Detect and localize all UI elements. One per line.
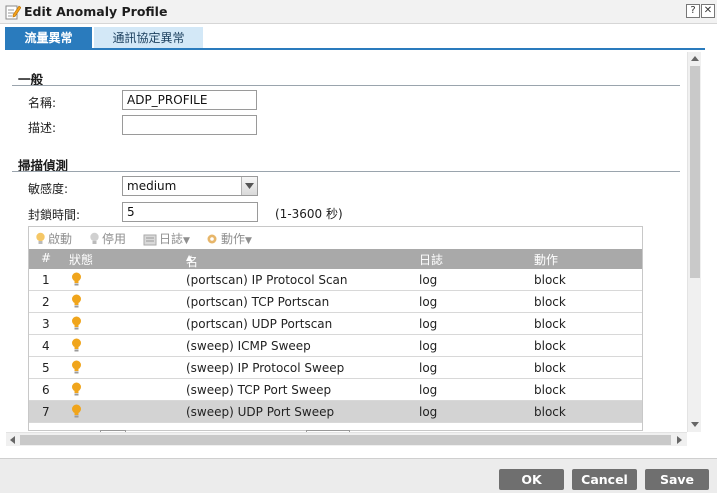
activate-label: 啟動 [48,232,73,246]
row-name: (portscan) IP Protocol Scan [186,273,348,287]
header-index[interactable]: # [41,251,51,265]
row-index: 2 [42,295,50,309]
vertical-scrollbar[interactable] [687,52,701,432]
row-action: block [534,361,566,375]
description-label: 描述: [28,121,57,135]
vertical-scroll-thumb[interactable] [690,66,700,278]
scan-divider [12,171,680,172]
chevron-down-icon[interactable] [241,177,257,195]
log-menu-button[interactable]: 日誌▼ [143,230,190,247]
table-toolbar: 啟動 停用 日誌▼ 動作▼ [29,227,642,249]
row-name: (sweep) IP Protocol Sweep [186,361,345,375]
row-log: log [419,405,438,419]
action-menu-label: 動作 [221,232,246,246]
log-icon [143,234,157,246]
row-log: log [419,339,438,353]
chevron-down-icon: ▼ [183,236,190,246]
table-row[interactable]: 3 (portscan) UDP Portscan log block [29,313,642,335]
status-bulb-icon [72,382,81,396]
table-header: # 狀態 名稱 ▲ 日誌 動作 [29,249,642,286]
content-area: 一般 名稱: ADP_PROFILE 描述: 掃描偵測 敏感度: medium … [0,50,687,432]
gear-icon [207,234,217,244]
row-action: block [534,383,566,397]
name-label: 名稱: [28,96,57,110]
row-name: (sweep) TCP Port Sweep [186,383,332,397]
table-row[interactable]: 5 (sweep) IP Protocol Sweep log block [29,357,642,379]
row-action: block [534,339,566,353]
general-divider [12,85,680,86]
close-button[interactable]: ✕ [701,4,715,18]
chevron-down-icon: ▼ [245,236,252,246]
description-field[interactable] [122,115,257,135]
anomaly-table: 啟動 停用 日誌▼ 動作▼ # 狀態 名稱 ▲ 日誌 動作 1 (portscan… [28,226,643,431]
row-index: 5 [42,361,50,375]
bulb-off-icon [90,232,99,244]
status-bulb-icon [72,360,81,374]
tab-traffic-anomaly[interactable]: 流量異常 [5,27,92,49]
edit-icon [5,4,22,20]
row-action: block [534,295,566,309]
block-time-hint: (1-3600 秒) [275,207,343,221]
row-name: (portscan) UDP Portscan [186,317,333,331]
window-title: Edit Anomaly Profile [24,4,168,19]
scroll-right-icon [677,436,682,444]
row-log: log [419,273,438,287]
row-index: 3 [42,317,50,331]
horizontal-scrollbar[interactable] [6,432,687,446]
sensitivity-label: 敏感度: [28,182,69,196]
row-index: 4 [42,339,50,353]
dialog-footer: OK Cancel Save [0,458,717,493]
block-time-label: 封鎖時間: [28,208,81,222]
sort-asc-icon: ▲ [186,253,193,262]
status-bulb-icon [72,338,81,352]
cancel-button[interactable]: Cancel [572,469,637,490]
table-row[interactable]: 6 (sweep) TCP Port Sweep log block [29,379,642,401]
action-menu-button[interactable]: 動作▼ [205,230,252,247]
row-log: log [419,317,438,331]
table-row[interactable]: 7 (sweep) UDP Port Sweep log block [29,401,642,423]
row-log: log [419,383,438,397]
ok-button[interactable]: OK [499,469,564,490]
row-name: (sweep) ICMP Sweep [186,339,311,353]
deactivate-button[interactable]: 停用 [89,230,126,247]
bulb-icon [36,232,45,244]
row-action: block [534,405,566,419]
table-row[interactable]: 4 (sweep) ICMP Sweep log block [29,335,642,357]
block-time-field[interactable]: 5 [122,202,258,222]
row-index: 6 [42,383,50,397]
row-name: (sweep) UDP Port Sweep [186,405,335,419]
status-bulb-icon [72,316,81,330]
deactivate-label: 停用 [102,232,127,246]
tab-protocol-anomaly[interactable]: 通訊協定異常 [94,27,203,49]
row-action: block [534,273,566,287]
scroll-down-icon [691,422,699,427]
scroll-up-icon [691,56,699,61]
row-index: 7 [42,405,50,419]
row-action: block [534,317,566,331]
activate-button[interactable]: 啟動 [35,230,72,247]
row-log: log [419,361,438,375]
log-menu-label: 日誌 [159,232,184,246]
row-name: (portscan) TCP Portscan [186,295,330,309]
name-field[interactable]: ADP_PROFILE [122,90,257,110]
header-log[interactable]: 日誌 [419,251,443,268]
sensitivity-select[interactable]: medium [122,176,258,196]
table-row[interactable]: 2 (portscan) TCP Portscan log block [29,291,642,313]
header-status[interactable]: 狀態 [69,251,93,268]
row-index: 1 [42,273,50,287]
scroll-left-icon [10,436,15,444]
sensitivity-value: medium [127,179,177,193]
save-button[interactable]: Save [645,469,709,490]
table-row[interactable]: 1 (portscan) IP Protocol Scan log block [29,269,642,291]
row-log: log [419,295,438,309]
status-bulb-icon [72,404,81,418]
status-bulb-icon [72,272,81,286]
help-button[interactable]: ? [686,4,700,18]
header-action[interactable]: 動作 [534,251,558,268]
title-bar: Edit Anomaly Profile ? ✕ [0,0,717,24]
status-bulb-icon [72,294,81,308]
horizontal-scroll-thumb[interactable] [20,435,671,445]
